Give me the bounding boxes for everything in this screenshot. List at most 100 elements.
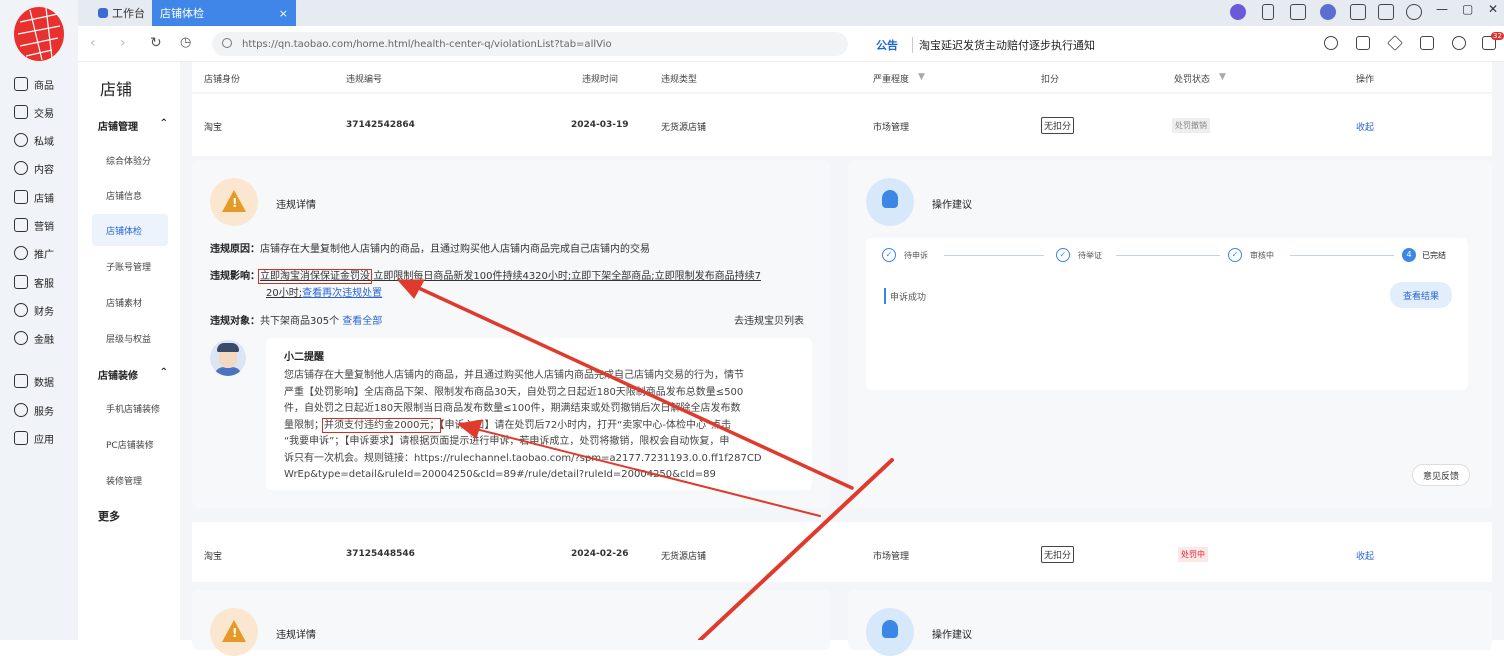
col-severity[interactable]: 严重程度 bbox=[873, 72, 909, 85]
rail-item-marketing[interactable]: 营销 bbox=[14, 215, 54, 235]
step-connector bbox=[1290, 255, 1394, 256]
data-icon bbox=[14, 374, 28, 388]
filter-icon[interactable]: ▼ bbox=[1219, 72, 1226, 82]
rail-item-trade[interactable]: 交易 bbox=[14, 102, 54, 122]
feedback-button[interactable]: 意见反馈 bbox=[1412, 464, 1470, 486]
reload-icon[interactable]: ↻ bbox=[150, 35, 162, 51]
check-icon: ✓ bbox=[882, 248, 896, 262]
step-connector bbox=[944, 255, 1044, 256]
sidebar-more[interactable]: 更多 bbox=[98, 508, 168, 524]
rail-item-data[interactable]: 数据 bbox=[14, 371, 54, 391]
table-row: 淘宝 37125448546 2024-02-26 无货源店铺 市场管理 无扣分… bbox=[192, 522, 1492, 582]
col-type: 违规类型 bbox=[661, 75, 698, 85]
rail-item-shop[interactable]: 店铺 bbox=[14, 187, 54, 207]
check-icon: ✓ bbox=[1228, 248, 1242, 262]
face-icon[interactable] bbox=[1452, 36, 1466, 50]
cell-type: 无货源店铺 bbox=[661, 123, 707, 133]
sidebar-item-deco-manage[interactable]: 装修管理 bbox=[106, 474, 142, 487]
suggestion-title: 操作建议 bbox=[932, 630, 972, 641]
rail-item-service[interactable]: 客服 bbox=[14, 272, 54, 292]
suggestion-card: 操作建议 bbox=[848, 590, 1492, 656]
goods-icon bbox=[14, 77, 28, 91]
rail-item-services[interactable]: 服务 bbox=[14, 400, 54, 420]
rail-item-finance[interactable]: 财务 bbox=[14, 300, 54, 320]
sidebar-item-health[interactable]: 店铺体检 bbox=[106, 224, 142, 237]
status-badge: 处罚中 bbox=[1178, 547, 1208, 562]
close-window-button[interactable]: ✕ bbox=[1488, 2, 1498, 16]
collapse-link[interactable]: 收起 bbox=[1356, 549, 1374, 562]
main-content: 店铺身份 违规编号 违规时间 违规类型 严重程度 ▼ 扣分 处罚状态 ▼ 操作 … bbox=[180, 62, 1504, 656]
rail-item-banking[interactable]: 金融 bbox=[14, 328, 54, 348]
url-field[interactable]: https://qn.taobao.com/home.html/health-c… bbox=[212, 32, 848, 56]
shop-sidebar: 店铺 店铺管理 ⌃ 综合体验分 店铺信息 店铺体检 子账号管理 店铺素材 层级与权… bbox=[78, 62, 180, 640]
cell-id: 37125448546 bbox=[346, 549, 415, 559]
sidebar-item-material[interactable]: 店铺素材 bbox=[106, 296, 142, 309]
sidebar-item-score[interactable]: 综合体验分 bbox=[106, 154, 151, 167]
repeat-violation-link[interactable]: 查看再次违规处置 bbox=[302, 288, 382, 299]
cell-identity: 淘宝 bbox=[204, 123, 223, 133]
suggestion-title: 操作建议 bbox=[932, 200, 972, 211]
rail-item-goods[interactable]: 商品 bbox=[14, 74, 54, 94]
lightbulb-icon bbox=[866, 178, 914, 226]
step-2: ✓ 待举证 bbox=[1056, 248, 1102, 262]
settings-icon[interactable] bbox=[1406, 4, 1422, 20]
cell-date: 2024-02-26 bbox=[571, 549, 629, 559]
cell-id: 37142542864 bbox=[346, 120, 415, 130]
star-icon[interactable] bbox=[1387, 35, 1403, 51]
tab-shop-health[interactable]: 店铺体检 × bbox=[152, 0, 296, 26]
filter-icon[interactable]: ▼ bbox=[918, 72, 925, 82]
message-icon[interactable] bbox=[1350, 4, 1366, 20]
phone-icon[interactable] bbox=[1262, 4, 1274, 20]
minimize-button[interactable]: — bbox=[1436, 2, 1448, 16]
violation-list-link[interactable]: 去违规宝贝列表 bbox=[734, 312, 804, 327]
result-text: 申诉成功 bbox=[890, 293, 927, 303]
restore-button[interactable]: ▢ bbox=[1462, 2, 1473, 16]
sidebar-item-shop-info[interactable]: 店铺信息 bbox=[106, 189, 142, 202]
notice-tag: 公告 bbox=[876, 39, 898, 52]
rail-item-content[interactable]: 内容 bbox=[14, 158, 54, 178]
cell-identity: 淘宝 bbox=[204, 552, 223, 562]
file-icon[interactable] bbox=[1420, 36, 1434, 50]
table-row: 淘宝 37142542864 2024-03-19 无货源店铺 市场管理 无扣分… bbox=[192, 94, 1492, 156]
reminder-text: 您店铺存在大量复制他人店铺内的商品，并且通过购买他人店铺内商品完成自己店铺内交易… bbox=[284, 370, 762, 480]
rail-item-apps[interactable]: 应用 bbox=[14, 428, 54, 448]
copy-icon[interactable] bbox=[1356, 36, 1370, 50]
suggestion-card: 操作建议 ✓ 待申诉 ✓ 待举证 ✓ 审核中 4 已完结 申诉成功 查看结果 意见反馈 bbox=[848, 160, 1492, 508]
forward-icon[interactable]: › bbox=[120, 35, 126, 51]
sidebar-title: 店铺 bbox=[100, 80, 133, 99]
group-shop-management[interactable]: 店铺管理 ⌃ bbox=[98, 118, 168, 133]
history-icon[interactable]: ◷ bbox=[180, 35, 191, 50]
search-icon bbox=[222, 38, 232, 48]
sidebar-item-subaccount[interactable]: 子账号管理 bbox=[106, 260, 151, 273]
result-marker bbox=[884, 288, 886, 304]
notice-text[interactable]: 淘宝延迟发货主动赔付逐步执行通知 bbox=[912, 37, 1095, 53]
user-avatar-icon[interactable] bbox=[1320, 4, 1336, 20]
back-icon[interactable]: ‹ bbox=[90, 35, 96, 51]
rail-item-private[interactable]: 私域 bbox=[14, 130, 54, 150]
view-result-button[interactable]: 查看结果 bbox=[1390, 282, 1452, 308]
sidebar-item-mobile-deco[interactable]: 手机店铺装修 bbox=[106, 402, 160, 415]
left-rail: 商品 交易 私域 内容 店铺 营销 推广 客服 财务 金融 数据 服务 应用 bbox=[0, 0, 78, 640]
points-badge: 无扣分 bbox=[1041, 546, 1075, 563]
caret-up-icon: ⌃ bbox=[159, 118, 168, 129]
rail-item-promotion[interactable]: 推广 bbox=[14, 243, 54, 263]
cell-type: 无货源店铺 bbox=[661, 552, 707, 562]
lightbulb-icon bbox=[866, 608, 914, 656]
step-4: 4 已完结 bbox=[1402, 248, 1446, 262]
collapse-link[interactable]: 收起 bbox=[1356, 120, 1374, 133]
book-icon[interactable] bbox=[1290, 4, 1306, 20]
shirt-icon[interactable] bbox=[1378, 4, 1394, 20]
sidebar-item-level[interactable]: 层级与权益 bbox=[106, 332, 151, 345]
sidebar-item-pc-deco[interactable]: PC店铺装修 bbox=[106, 438, 154, 451]
view-all-link[interactable]: 查看全部 bbox=[342, 316, 382, 327]
warning-icon: ! bbox=[210, 178, 258, 226]
col-status[interactable]: 处罚状态 bbox=[1174, 72, 1210, 85]
tab-close-icon[interactable]: × bbox=[279, 7, 288, 20]
violation-detail-card: ! 违规详情 违规原因：店铺存在大量复制他人店铺内的商品，且通过购买他人店铺内商… bbox=[192, 160, 830, 508]
group-decoration[interactable]: 店铺装修 ⌃ bbox=[98, 367, 168, 382]
notification-badge: 32 bbox=[1491, 32, 1504, 40]
impact-line: 违规影响：立即淘宝消保保证金罚没;立即限制每日商品新发100件持续4320小时;… bbox=[210, 269, 762, 284]
refresh-icon[interactable] bbox=[1324, 36, 1338, 50]
mascot-icon[interactable] bbox=[1230, 4, 1246, 20]
check-icon: ✓ bbox=[1056, 248, 1070, 262]
